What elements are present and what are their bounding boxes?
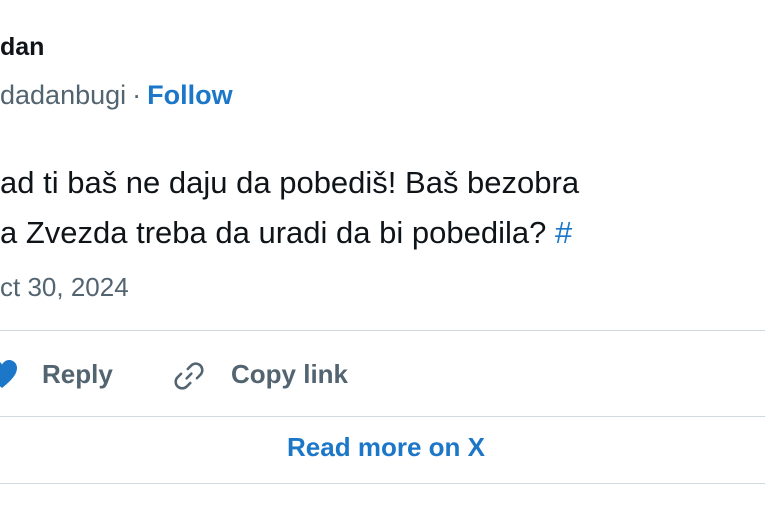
separator-dot: ·: [132, 80, 142, 110]
heart-icon[interactable]: [0, 359, 18, 391]
divider-middle: [0, 416, 765, 417]
copy-link-button[interactable]: Copy link: [231, 359, 348, 390]
tweet-date[interactable]: ct 30, 2024: [0, 272, 129, 303]
reply-button[interactable]: Reply: [42, 359, 113, 390]
tweet-text: ad ti baš ne daju da pobediš! Baš bezobr…: [0, 158, 579, 258]
hashtag-link[interactable]: #: [555, 215, 572, 250]
author-name[interactable]: dan: [0, 33, 44, 62]
link-icon[interactable]: [170, 357, 208, 395]
divider-bottom: [0, 483, 765, 484]
author-handle-row: dadanbugi · Follow: [0, 80, 233, 111]
author-handle[interactable]: dadanbugi: [0, 80, 126, 110]
action-bar: Reply Copy link: [0, 345, 765, 405]
tweet-text-line-2-body: a Zvezda treba da uradi da bi pobedila?: [0, 215, 555, 250]
tweet-text-line-1: ad ti baš ne daju da pobediš! Baš bezobr…: [0, 165, 580, 200]
read-more-on-x-link[interactable]: Read more on X: [0, 432, 765, 463]
follow-button[interactable]: Follow: [147, 80, 232, 110]
embedded-tweet-card: dan dadanbugi · Follow ad ti baš ne daju d…: [0, 0, 765, 510]
divider-top: [0, 330, 765, 331]
tweet-text-line-2: a Zvezda treba da uradi da bi pobedila? …: [0, 208, 579, 258]
